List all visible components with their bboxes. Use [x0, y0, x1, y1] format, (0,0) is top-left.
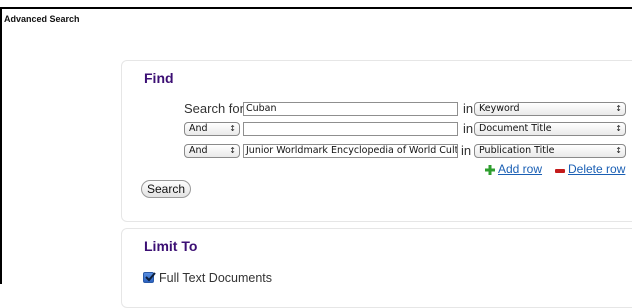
- search-for-label: Search for: [184, 101, 244, 116]
- check-icon: [145, 272, 156, 282]
- search-term-input-2[interactable]: [243, 122, 458, 136]
- in-label-2: in: [463, 121, 474, 136]
- search-term-input-3[interactable]: Junior Worldmark Encyclopedia of World C…: [243, 144, 458, 158]
- operator-select-3[interactable]: And ↕: [184, 144, 240, 158]
- operator-select-2-value: And: [189, 123, 208, 134]
- in-label-1: in: [463, 101, 474, 116]
- select-arrows-icon: ↕: [615, 104, 622, 113]
- delete-row-link[interactable]: Delete row: [568, 162, 625, 176]
- operator-select-2[interactable]: And ↕: [184, 122, 240, 136]
- page-title: Advanced Search: [4, 14, 80, 24]
- select-arrows-icon: ↕: [229, 124, 236, 133]
- field-select-3-value: Publication Title: [479, 145, 555, 156]
- add-row-icon[interactable]: [485, 165, 495, 175]
- in-label-3: in: [461, 143, 472, 158]
- delete-row-icon[interactable]: [555, 169, 565, 173]
- select-arrows-icon: ↕: [615, 146, 622, 155]
- field-select-1[interactable]: Keyword ↕: [474, 102, 626, 116]
- field-select-2[interactable]: Document Title ↕: [474, 122, 626, 136]
- find-panel: Find Search for Cuban in Keyword ↕ And ↕…: [121, 60, 632, 222]
- full-text-label: Full Text Documents: [159, 271, 273, 285]
- full-text-checkbox[interactable]: [143, 272, 156, 283]
- limit-heading: Limit To: [144, 238, 198, 254]
- add-row-link[interactable]: Add row: [498, 162, 542, 176]
- find-heading: Find: [144, 70, 174, 86]
- search-button[interactable]: Search: [141, 180, 192, 198]
- select-arrows-icon: ↕: [229, 146, 236, 155]
- field-select-3[interactable]: Publication Title ↕: [474, 144, 626, 158]
- search-term-input-1[interactable]: Cuban: [243, 102, 458, 116]
- operator-select-3-value: And: [189, 145, 208, 156]
- limit-panel: Limit To Full Text Documents: [121, 228, 632, 308]
- select-arrows-icon: ↕: [615, 124, 622, 133]
- field-select-1-value: Keyword: [479, 103, 520, 114]
- field-select-2-value: Document Title: [479, 123, 552, 134]
